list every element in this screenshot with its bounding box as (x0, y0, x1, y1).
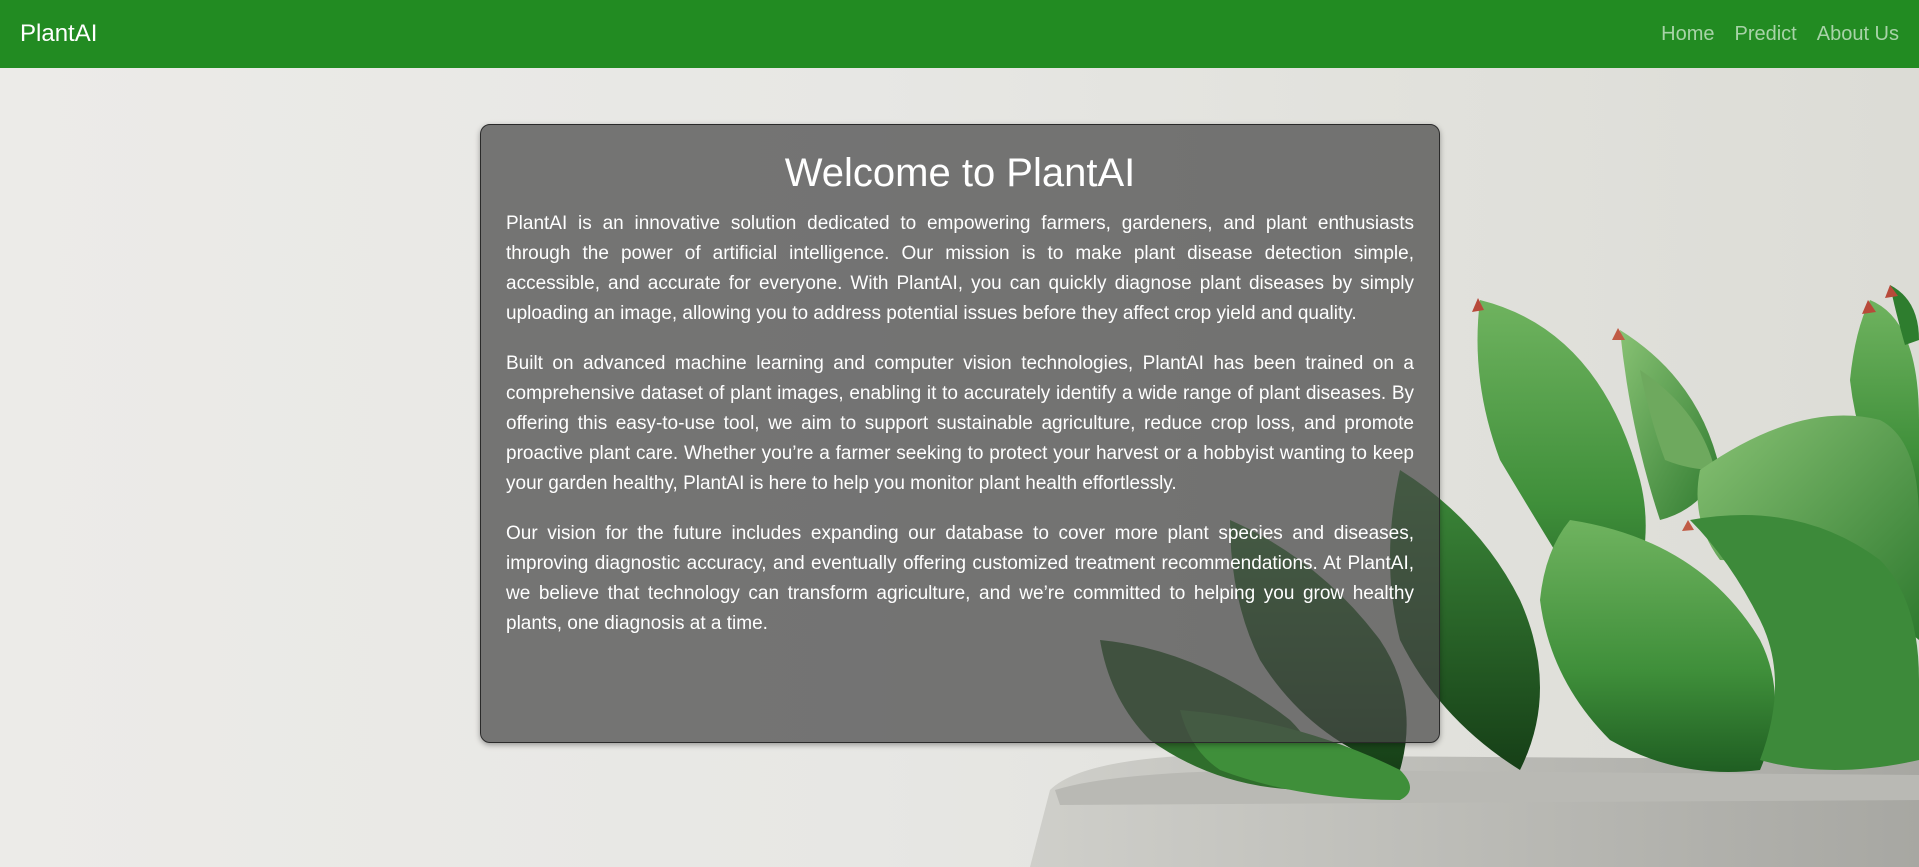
welcome-card: Welcome to PlantAI PlantAI is an innovat… (480, 124, 1440, 743)
brand-link[interactable]: PlantAI (20, 20, 97, 48)
top-navbar: PlantAI Home Predict About Us (0, 0, 1919, 68)
vision-paragraph: Our vision for the future includes expan… (506, 523, 1414, 634)
technology-paragraph: Built on advanced machine learning and c… (506, 353, 1414, 494)
nav-links: Home Predict About Us (1641, 23, 1899, 46)
nav-link-predict[interactable]: Predict (1734, 23, 1796, 46)
page-title: Welcome to PlantAI (784, 151, 1136, 195)
nav-link-about-us[interactable]: About Us (1817, 23, 1899, 46)
nav-link-home[interactable]: Home (1661, 23, 1714, 46)
intro-paragraph: PlantAI is an innovative solution dedica… (506, 213, 1414, 324)
